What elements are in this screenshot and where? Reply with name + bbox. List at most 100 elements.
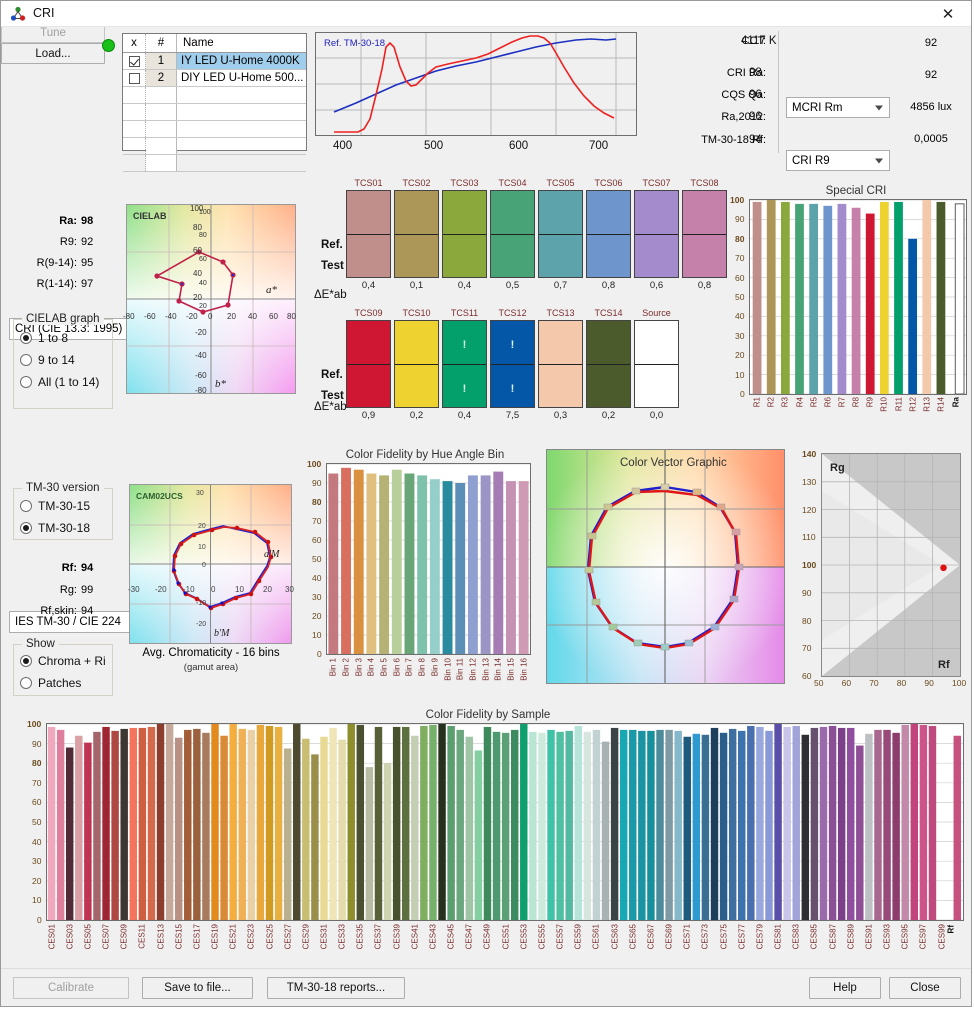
table-row-empty[interactable] [123,104,306,121]
tcs-patch-divider [443,364,486,365]
tcs-patch: TCS060,8 [586,178,631,292]
cielab-ytick: 80 [193,223,202,232]
load-button[interactable]: Load... [1,43,105,64]
tcs-patch: TCS130,3 [538,308,583,422]
table-row-empty[interactable] [123,87,306,104]
calibrate-button[interactable]: Calibrate [13,977,129,999]
tcs-patch-name: TCS14 [586,308,631,318]
x-axis-tick: CES81 [774,924,783,949]
x-axis-tick-wrap: R10 [880,397,889,415]
x-axis-tick-wrap: CES95 [901,924,910,952]
radio-tm30-15[interactable]: TM-30-15 [20,499,90,513]
r1-14-label: R(1-14): [11,278,77,290]
bar [184,730,191,920]
bar [57,730,64,920]
x-axis-tick: CES97 [919,924,928,949]
row-checkbox[interactable] [129,56,140,67]
bar [665,730,672,920]
y-axis-tick: 0 [317,649,322,659]
x-axis-tick-wrap: CES97 [919,924,928,952]
bar [929,726,936,920]
x-axis-tick: CES71 [683,924,692,949]
x-axis-tick-wrap: CES07 [102,924,111,952]
tcs-patch: TCS020,1 [394,178,439,292]
close-icon[interactable]: ✕ [925,1,971,26]
table-row-empty[interactable] [123,155,306,172]
save-to-file-button[interactable]: Save to file... [142,977,253,999]
radio-cielab-1to8[interactable]: 1 to 8 [20,331,68,345]
y-axis-tick: 10 [735,370,744,380]
rfrg-x-tick: 50 [814,678,823,688]
sample-table[interactable]: x # Name 1 IY LED U-Home 4000K 2 DIY LED… [122,33,307,151]
x-axis-tick: R5 [809,397,818,407]
metric-select-1[interactable]: MCRI Rm [786,97,890,118]
bar [302,739,309,920]
help-button[interactable]: Help [809,977,881,999]
radio-tm30-18[interactable]: TM-30-18 [20,521,90,535]
y-axis-tick: 40 [312,573,321,583]
table-header: x # Name [123,34,306,53]
cam-xtick: 20 [263,585,272,594]
close-button[interactable]: Close [889,977,961,999]
r9-14-label: R(9-14): [11,257,77,269]
x-axis-tick-wrap: CES79 [755,924,764,952]
radio-cielab-9to14[interactable]: 9 to 14 [20,353,75,367]
x-axis-tick-wrap: CES69 [665,924,674,952]
bar [529,732,536,920]
bar [84,743,91,920]
x-axis-tick: R14 [936,397,945,412]
bar [747,726,754,920]
x-axis-tick: CES69 [665,924,674,949]
x-axis-tick: Bin 4 [367,658,376,676]
tcs-patch-divider [347,234,390,235]
metric-select-2[interactable]: CRI R9 [786,150,890,171]
col-check: x [123,34,146,52]
x-axis-tick: CES03 [65,924,74,949]
x-axis-tick: CES33 [338,924,347,949]
x-axis-tick: CES61 [592,924,601,949]
bar [357,725,364,920]
bar [366,767,373,920]
bar [429,725,436,920]
table-row[interactable]: 1 IY LED U-Home 4000K [123,53,306,70]
tcs-patch: TCS010,4 [346,178,391,292]
table-row-empty[interactable] [123,121,306,138]
radio-label: TM-30-18 [38,521,90,535]
y-axis-tick: 40 [32,837,41,847]
divider [778,31,779,153]
tcs-delta-value: 0,9 [346,410,391,421]
x-axis-tick: CES43 [428,924,437,949]
x-axis-tick: R2 [767,397,776,407]
spectrum-svg: Ref. TM-30-18 [316,33,636,135]
tcs-delta-value: 0,4 [442,410,487,421]
y-axis-tick: 50 [735,292,744,302]
x-axis-tick-wrap: R4 [795,397,804,410]
rg-label: Rg: [11,584,77,596]
x-axis-tick: CES19 [211,924,220,949]
y-axis-tick: 30 [735,331,744,341]
cielab-ytick: 40 [193,269,202,278]
x-axis-tick-wrap: CES89 [846,924,855,952]
y-axis-tick: 70 [735,253,744,263]
tcs-patch-name: TCS13 [538,308,583,318]
title-bar: CRI ✕ [1,1,971,27]
radio-chroma-ri[interactable]: Chroma + Ri [20,654,106,668]
row-name: DIY LED U-Home 500... [177,70,306,86]
bar [811,728,818,920]
x-axis-tick-wrap: R3 [781,397,790,410]
col-name: Name [177,34,306,52]
row-number: 1 [146,53,177,69]
cielab-plot: CIELAB a* b* 1008060 4020. [126,204,296,394]
radio-patches[interactable]: Patches [20,676,81,690]
x-axis-tick-wrap: CES13 [156,924,165,952]
table-row[interactable]: 2 DIY LED U-Home 500... [123,70,306,87]
bar [795,204,804,394]
table-row-empty[interactable] [123,138,306,155]
reports-button[interactable]: TM-30-18 reports... [267,977,405,999]
bar [920,725,927,920]
bar [120,729,127,920]
radio-cielab-all[interactable]: All (1 to 14) [20,375,99,389]
row-checkbox[interactable] [129,73,140,84]
warning-icon: ! [511,383,515,395]
x-axis-tick: CES53 [519,924,528,949]
